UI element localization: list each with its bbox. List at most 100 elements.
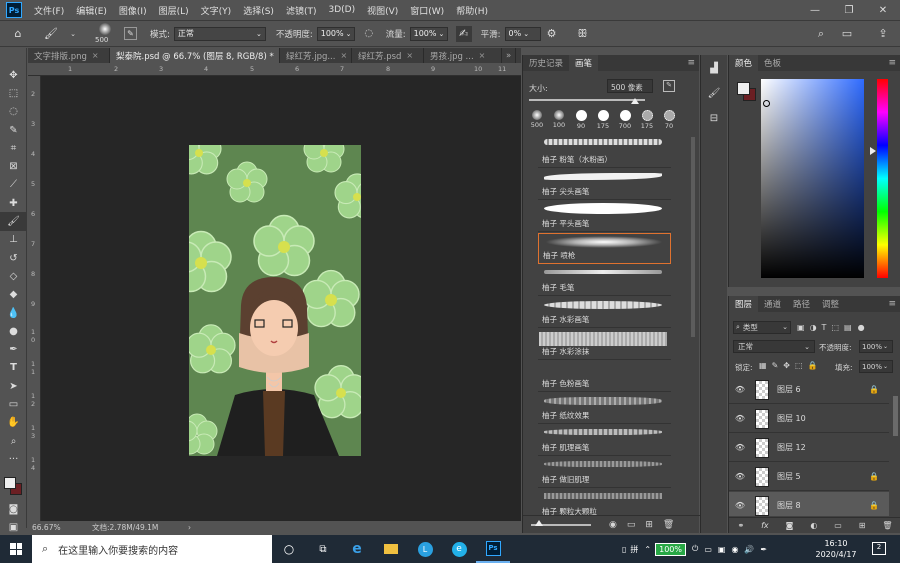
opacity-field[interactable]: 100% ⌄ bbox=[316, 26, 355, 41]
delete-trash-icon[interactable]: 🗑 bbox=[663, 520, 674, 530]
lasso-tool-icon[interactable]: ◌ bbox=[0, 103, 27, 121]
layer-style-fx-icon[interactable]: fx bbox=[761, 521, 769, 530]
preset-brush[interactable]: 500 bbox=[527, 109, 547, 133]
eraser-tool-icon[interactable]: ◇ bbox=[0, 267, 27, 285]
hue-slider[interactable] bbox=[877, 79, 888, 278]
camera-icon[interactable]: ◉ bbox=[731, 545, 738, 554]
history-brush-tool-icon[interactable]: ↺ bbox=[0, 249, 27, 267]
symmetry-butterfly-icon[interactable]: ꕥ bbox=[575, 26, 591, 42]
zoom-tool-icon[interactable]: ⌕ bbox=[0, 432, 27, 450]
layer-row[interactable]: 👁 图层 10 bbox=[729, 405, 889, 433]
brush-preset-picker[interactable]: 500 bbox=[94, 22, 118, 46]
brush-item[interactable]: 柚子 尖头画笔 bbox=[538, 169, 671, 200]
brush-item[interactable]: 柚子 水彩画笔 bbox=[538, 297, 671, 328]
layer-filter-select[interactable]: ⌕ 类型 ⌄ bbox=[733, 320, 791, 334]
lock-position-icon[interactable]: ✥ bbox=[783, 361, 790, 370]
menu-layer[interactable]: 图层(L) bbox=[153, 4, 195, 17]
browser-e-icon[interactable]: e bbox=[442, 535, 476, 563]
brush-item[interactable]: 柚子 毛笔 bbox=[538, 265, 671, 296]
windows-start-icon[interactable] bbox=[10, 543, 22, 555]
close-icon[interactable]: × bbox=[479, 51, 486, 60]
preset-brush[interactable]: 70 bbox=[659, 109, 679, 133]
pressure-opacity-icon[interactable]: ◌ bbox=[361, 26, 377, 42]
layer-row[interactable]: 👁 图层 5 🔒 bbox=[729, 463, 889, 491]
menu-window[interactable]: 窗口(W) bbox=[404, 4, 450, 17]
pen-icon[interactable]: ✒ bbox=[760, 545, 767, 554]
brush-item[interactable]: 柚子 水彩涂抹 bbox=[538, 329, 671, 360]
filter-pixel-icon[interactable]: ▣ bbox=[797, 323, 805, 332]
crop-tool-icon[interactable]: ⌗ bbox=[0, 139, 27, 157]
menu-type[interactable]: 文字(Y) bbox=[195, 4, 238, 17]
foreground-color-swatch[interactable] bbox=[737, 82, 750, 95]
lock-pixels-icon[interactable]: ✎ bbox=[772, 361, 779, 370]
size-slider[interactable] bbox=[529, 99, 645, 101]
photoshop-taskbar-icon[interactable]: Ps bbox=[476, 535, 510, 563]
dodge-tool-icon[interactable]: ● bbox=[0, 322, 27, 340]
close-icon[interactable]: × bbox=[406, 51, 413, 60]
filter-shape-icon[interactable]: ⬚ bbox=[831, 323, 839, 332]
layer-list-scrollbar[interactable] bbox=[893, 396, 898, 436]
panel-menu-icon[interactable]: ≡ bbox=[687, 58, 695, 68]
layer-name[interactable]: 图层 8 bbox=[777, 500, 869, 511]
home-icon[interactable]: ⌂ bbox=[10, 26, 26, 42]
menu-select[interactable]: 选择(S) bbox=[237, 4, 280, 17]
size-input[interactable]: 500 像素 bbox=[607, 79, 653, 93]
filter-smart-object-icon[interactable]: ▤ bbox=[844, 323, 852, 332]
preview-size-handle[interactable] bbox=[535, 519, 543, 526]
path-select-tool-icon[interactable]: ➤ bbox=[0, 377, 27, 395]
menu-filter[interactable]: 滤镜(T) bbox=[280, 4, 323, 17]
visibility-eye-icon[interactable]: 👁 bbox=[733, 501, 747, 510]
size-slider-handle[interactable] bbox=[631, 98, 639, 104]
filter-adjustment-icon[interactable]: ◑ bbox=[810, 323, 817, 332]
ime-indicator[interactable]: 拼 bbox=[630, 544, 638, 555]
volume-icon[interactable]: 🔊 bbox=[744, 545, 754, 554]
tab-history[interactable]: 历史记录 bbox=[523, 55, 569, 71]
share-icon[interactable]: ⇪ bbox=[875, 26, 891, 42]
blur-tool-icon[interactable]: 💧 bbox=[0, 304, 27, 322]
blend-mode-select[interactable]: 正常 ⌄ bbox=[733, 340, 815, 353]
visibility-eye-icon[interactable]: 👁 bbox=[733, 472, 747, 481]
file-explorer-icon[interactable] bbox=[374, 535, 408, 563]
delete-trash-icon[interactable]: 🗑 bbox=[882, 521, 892, 530]
lock-transparency-icon[interactable]: ▦ bbox=[759, 361, 767, 370]
tab-document[interactable]: 绿红芳.psd × bbox=[352, 48, 424, 63]
edge-browser-icon[interactable]: e bbox=[340, 535, 374, 563]
flow-field[interactable]: 100% ⌄ bbox=[409, 26, 448, 41]
tab-document-active[interactable]: 梨泰院.psd @ 66.7% (图层 8, RGB/8) *× bbox=[110, 48, 280, 63]
brush-item[interactable]: 柚子 纸纹效果 bbox=[538, 393, 671, 424]
tab-color[interactable]: 颜色 bbox=[729, 55, 759, 71]
menu-image[interactable]: 图像(I) bbox=[113, 4, 153, 17]
brush-list-scrollbar[interactable] bbox=[691, 137, 695, 337]
zoom-level[interactable]: 66.67% bbox=[32, 523, 88, 532]
menu-edit[interactable]: 编辑(E) bbox=[70, 4, 113, 17]
close-button[interactable]: ✕ bbox=[866, 0, 900, 20]
tray-chevron-icon[interactable]: ⌃ bbox=[644, 545, 651, 554]
rectangle-tool-icon[interactable]: ▭ bbox=[0, 395, 27, 413]
preset-brush[interactable]: 100 bbox=[549, 109, 569, 133]
layer-name[interactable]: 图层 12 bbox=[777, 442, 889, 453]
type-tool-icon[interactable]: T bbox=[0, 359, 27, 377]
tab-document[interactable]: 男孩.jpg ... × bbox=[424, 48, 502, 63]
panel-menu-icon[interactable]: ≡ bbox=[888, 299, 896, 309]
marquee-tool-icon[interactable]: ⬚ bbox=[0, 84, 27, 102]
taskbar-search[interactable]: ⌕ 在这里输入你要搜索的内容 bbox=[32, 535, 272, 563]
hand-tool-icon[interactable]: ✋ bbox=[0, 414, 27, 432]
tab-channels[interactable]: 通道 bbox=[758, 296, 787, 312]
menu-help[interactable]: 帮助(H) bbox=[450, 4, 494, 17]
link-layers-icon[interactable]: ⚭ bbox=[737, 521, 744, 530]
lock-artboard-icon[interactable]: ⬚ bbox=[795, 361, 803, 370]
brush-tool-icon[interactable]: 🖌 bbox=[43, 26, 59, 42]
mode-select[interactable]: 正常 ⌄ bbox=[173, 26, 266, 41]
layer-name[interactable]: 图层 6 bbox=[777, 384, 869, 395]
move-tool-icon[interactable]: ✥ bbox=[0, 66, 27, 84]
lock-all-icon[interactable]: 🔒 bbox=[808, 361, 818, 370]
airbrush-icon[interactable]: ✍ bbox=[455, 25, 472, 42]
layer-name[interactable]: 图层 5 bbox=[777, 471, 869, 482]
tab-brushes[interactable]: 画笔 bbox=[569, 55, 599, 71]
tab-swatches[interactable]: 色板 bbox=[758, 55, 787, 71]
paint-bucket-tool-icon[interactable]: ◆ bbox=[0, 286, 27, 304]
fill-field[interactable]: 100% ⌄ bbox=[859, 360, 893, 373]
minimize-button[interactable]: — bbox=[798, 0, 832, 20]
brush-settings-icon[interactable]: ✎ bbox=[663, 80, 675, 92]
layer-row-selected[interactable]: 👁 图层 8 🔒 bbox=[729, 492, 889, 516]
